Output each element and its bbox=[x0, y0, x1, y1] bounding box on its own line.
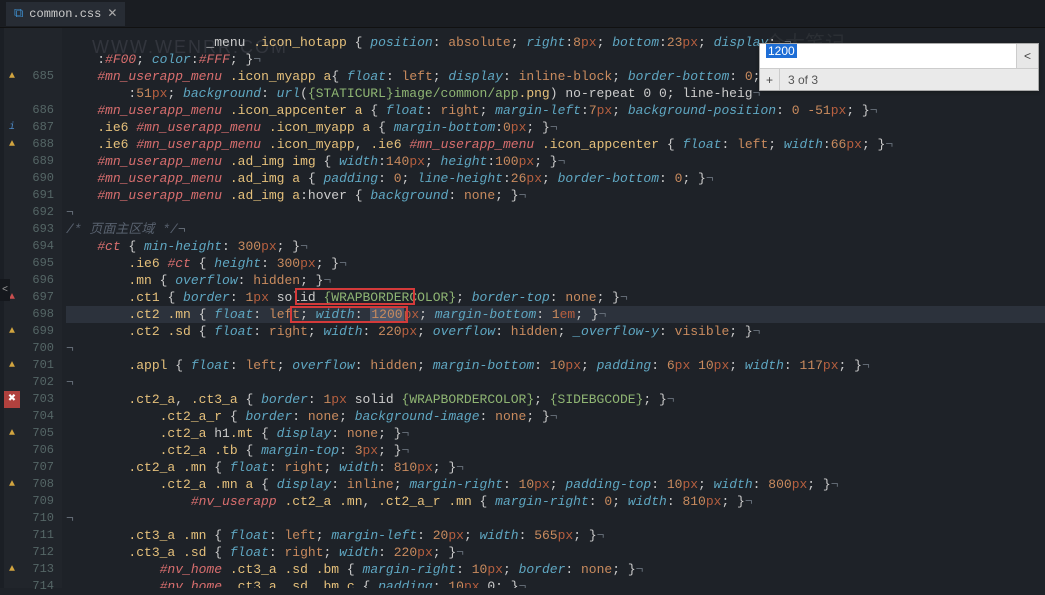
code-line[interactable]: .appl { float: left; overflow: hidden; m… bbox=[66, 357, 1045, 374]
code-line[interactable]: #mn_userapp_menu .ad_img a { padding: 0;… bbox=[66, 170, 1045, 187]
warning-marker: ▲ bbox=[4, 68, 20, 85]
tab-filename: common.css bbox=[29, 7, 101, 21]
code-line[interactable]: .ct2 .sd { float: right; width: 220px; o… bbox=[66, 323, 1045, 340]
panel-expand-arrow[interactable]: < bbox=[0, 279, 10, 301]
warning-marker: ▲ bbox=[4, 425, 20, 442]
code-line[interactable]: /* 页面主区域 */¬ bbox=[66, 221, 1045, 238]
warning-marker: ▲ bbox=[4, 357, 20, 374]
editor: < ▲i▲▲▲▲✖▲▲▲ 685686687688689690691692693… bbox=[0, 28, 1045, 588]
warning-marker: ▲ bbox=[4, 476, 20, 493]
code-line[interactable]: #mn_userapp_menu .ad_img a:hover { backg… bbox=[66, 187, 1045, 204]
code-line[interactable]: .ct2_a .mn { float: right; width: 810px;… bbox=[66, 459, 1045, 476]
code-line[interactable]: #nv_home .ct3_a .sd .bm_c { padding: 10p… bbox=[66, 578, 1045, 588]
tab-bar: ⧉ common.css ✕ bbox=[0, 0, 1045, 28]
tab-common-css[interactable]: ⧉ common.css ✕ bbox=[6, 2, 125, 26]
code-area[interactable]: WWW.WENRR.COM 仓大笔记 _menu .icon_hotapp { … bbox=[62, 28, 1045, 588]
code-line[interactable]: .ct3_a .sd { float: right; width: 220px;… bbox=[66, 544, 1045, 561]
code-line[interactable]: .ct2_a .tb { margin-top: 3px; }¬ bbox=[66, 442, 1045, 459]
code-line[interactable]: ¬ bbox=[66, 374, 1045, 391]
code-line[interactable]: ¬ bbox=[66, 510, 1045, 527]
warning-marker: ▲ bbox=[4, 136, 20, 153]
code-line[interactable]: ¬ bbox=[66, 340, 1045, 357]
search-prev-button[interactable]: < bbox=[1016, 44, 1038, 68]
code-line[interactable]: .ie6 #ct { height: 300px; }¬ bbox=[66, 255, 1045, 272]
code-line[interactable]: .ct1 { border: 1px solid {WRAPBORDERCOLO… bbox=[66, 289, 1045, 306]
info-marker: i bbox=[4, 119, 20, 136]
error-marker: ✖ bbox=[4, 391, 20, 408]
search-panel: 1200 < + 3 of 3 bbox=[759, 43, 1039, 91]
code-line[interactable]: .ie6 #mn_userapp_menu .icon_myapp a { ma… bbox=[66, 119, 1045, 136]
gutter-line-numbers: 6856866876886896906916926936946956966976… bbox=[20, 28, 62, 588]
code-line[interactable]: .ct3_a .mn { float: left; margin-left: 2… bbox=[66, 527, 1045, 544]
code-line[interactable]: .ct2_a .mn a { display: inline; margin-r… bbox=[66, 476, 1045, 493]
search-expand-button[interactable]: + bbox=[760, 69, 780, 90]
code-line[interactable]: .ct2 .mn { float: left; width: 1200px; m… bbox=[66, 306, 1045, 323]
warning-marker: ▲ bbox=[4, 323, 20, 340]
code-line[interactable]: .ct2_a h1.mt { display: none; }¬ bbox=[66, 425, 1045, 442]
search-result-count: 3 of 3 bbox=[780, 73, 818, 87]
code-line[interactable]: #mn_userapp_menu .ad_img img { width:140… bbox=[66, 153, 1045, 170]
code-line[interactable]: ¬ bbox=[66, 204, 1045, 221]
code-line[interactable]: #mn_userapp_menu .icon_appcenter a { flo… bbox=[66, 102, 1045, 119]
code-line[interactable]: #nv_userapp .ct2_a .mn, .ct2_a_r .mn { m… bbox=[66, 493, 1045, 510]
warning-marker: ▲ bbox=[4, 561, 20, 578]
gutter-markers: ▲i▲▲▲▲✖▲▲▲ bbox=[4, 28, 20, 588]
code-line[interactable]: .ie6 #mn_userapp_menu .icon_myapp, .ie6 … bbox=[66, 136, 1045, 153]
code-line[interactable]: #nv_home .ct3_a .sd .bm { margin-right: … bbox=[66, 561, 1045, 578]
css3-icon: ⧉ bbox=[14, 6, 23, 21]
code-line[interactable]: .ct2_a, .ct3_a { border: 1px solid {WRAP… bbox=[66, 391, 1045, 408]
code-line[interactable]: .mn { overflow: hidden; }¬ bbox=[66, 272, 1045, 289]
search-input[interactable]: 1200 bbox=[760, 44, 1016, 68]
code-line[interactable]: .ct2_a_r { border: none; background-imag… bbox=[66, 408, 1045, 425]
code-line[interactable]: #ct { min-height: 300px; }¬ bbox=[66, 238, 1045, 255]
close-icon[interactable]: ✕ bbox=[107, 6, 117, 21]
